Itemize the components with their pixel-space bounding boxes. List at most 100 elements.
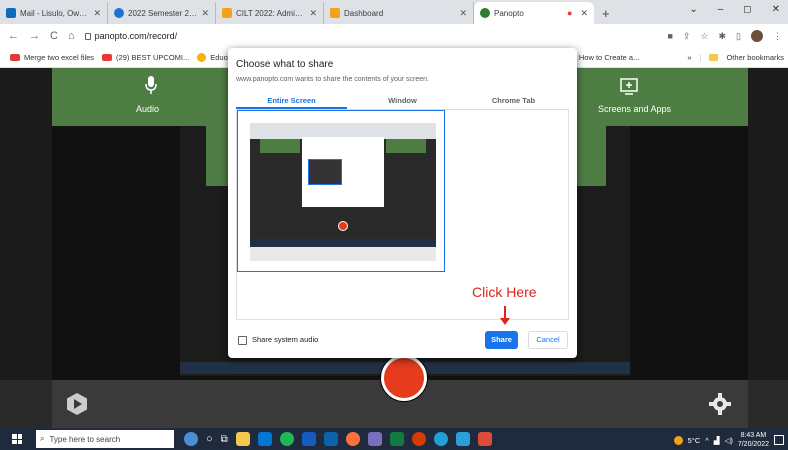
camera-icon[interactable]: ■ xyxy=(667,31,672,41)
tab-courses[interactable]: 2022 Semester 2 Courses - Clic ✕ xyxy=(108,2,216,24)
screens-panel[interactable]: Screens and Apps xyxy=(568,68,748,126)
notification-icon[interactable] xyxy=(774,435,784,445)
tab-panopto[interactable]: Panopto ● ✕ xyxy=(474,2,594,24)
close-icon[interactable]: ✕ xyxy=(580,8,588,19)
share-icon[interactable]: ⇪ xyxy=(683,31,691,42)
outlook-icon xyxy=(6,8,16,18)
mail-icon[interactable] xyxy=(323,432,338,446)
app-icon[interactable] xyxy=(367,432,382,446)
search-placeholder: Type here to search xyxy=(49,434,121,444)
close-icon[interactable]: ✕ xyxy=(201,8,209,19)
close-icon[interactable]: ✕ xyxy=(309,8,317,19)
cilt-icon xyxy=(222,8,232,18)
clock[interactable]: 8:43 AM 7/20/2022 xyxy=(738,431,769,449)
edge-icon[interactable] xyxy=(279,432,294,446)
panopto-logo-icon xyxy=(67,393,87,415)
browser-tab-strip: Mail - Lisulo, Owen - Outlook ✕ 2022 Sem… xyxy=(0,0,788,24)
cancel-button[interactable]: Cancel xyxy=(528,331,568,349)
tab-entire-screen[interactable]: Entire Screen xyxy=(236,94,347,109)
gear-icon[interactable] xyxy=(708,392,732,416)
cloud-icon xyxy=(114,8,124,18)
entire-screen-option[interactable] xyxy=(237,110,445,272)
thumbnail-dialog xyxy=(302,137,384,207)
weather-temp[interactable]: 5°C xyxy=(688,436,701,445)
tab-window[interactable]: Window xyxy=(347,94,458,109)
taskbar-search-input[interactable]: ⌕ Type here to search xyxy=(36,430,174,448)
windows-taskbar: ⌕ Type here to search ○ ⧉ 5°C ^ ▟ ◁) 8:4… xyxy=(0,428,788,450)
screen-add-icon xyxy=(620,78,638,95)
close-icon[interactable]: ✕ xyxy=(93,8,101,19)
menu-icon[interactable]: ⋮ xyxy=(773,31,782,42)
tab-title: Dashboard xyxy=(344,8,384,18)
tab-chrome-tab[interactable]: Chrome Tab xyxy=(458,94,569,109)
telegram-icon[interactable] xyxy=(433,432,448,446)
file-explorer-icon[interactable] xyxy=(235,432,250,446)
volume-icon[interactable]: ◁) xyxy=(725,436,733,445)
record-button[interactable] xyxy=(381,355,427,401)
share-tabs: Entire Screen Window Chrome Tab xyxy=(236,94,569,110)
folder-icon xyxy=(709,54,719,61)
tab-outlook[interactable]: Mail - Lisulo, Owen - Outlook ✕ xyxy=(0,2,108,24)
close-window-button[interactable]: ✕ xyxy=(772,4,780,15)
app-icon[interactable] xyxy=(455,432,470,446)
audio-panel[interactable]: Audio xyxy=(52,68,250,126)
youtube-icon xyxy=(10,54,20,61)
weather-icon xyxy=(673,435,683,445)
star-icon[interactable]: ☆ xyxy=(700,31,708,42)
url-field[interactable]: panopto.com/record/ xyxy=(84,31,178,41)
widget-icon[interactable] xyxy=(184,432,198,446)
tab-cilt-admin[interactable]: CILT 2022: Administration: Users ✕ xyxy=(216,2,324,24)
left-margin xyxy=(0,68,52,380)
thumbnail-record-button xyxy=(338,221,348,231)
cilt-icon xyxy=(330,8,340,18)
share-dialog: Choose what to share www.panopto.com wan… xyxy=(228,48,577,358)
chrome-icon[interactable] xyxy=(477,432,492,446)
thumbnail-dialog-preview xyxy=(308,159,342,185)
bookmark-overflow-button[interactable]: » xyxy=(687,53,691,62)
share-button[interactable]: Share xyxy=(485,331,518,349)
close-icon[interactable]: ✕ xyxy=(459,8,467,19)
url-text: panopto.com/record/ xyxy=(94,31,178,41)
arrow-head-icon xyxy=(500,318,510,325)
windows-start-icon[interactable] xyxy=(12,434,22,444)
word-icon[interactable] xyxy=(301,432,316,446)
new-tab-button[interactable]: + xyxy=(602,6,610,21)
maximize-button[interactable]: ◻ xyxy=(743,4,751,15)
tab-search-icon[interactable]: ⌄ xyxy=(689,4,697,15)
network-icon[interactable]: ▟ xyxy=(714,436,720,445)
address-bar: ← → C ⌂ panopto.com/record/ ■ ⇪ ☆ ✱ ▯ ⋮ xyxy=(0,24,788,48)
extensions-icon[interactable]: ✱ xyxy=(719,31,727,42)
excel-icon[interactable] xyxy=(389,432,404,446)
right-margin xyxy=(748,68,788,380)
microphone-icon xyxy=(145,76,157,94)
clock-time: 8:43 AM xyxy=(740,432,767,439)
other-bookmarks-button[interactable]: Other bookmarks xyxy=(726,53,784,62)
click-here-annotation: Click Here xyxy=(472,284,537,300)
forward-button[interactable]: → xyxy=(29,30,40,42)
share-audio-checkbox[interactable] xyxy=(238,336,247,345)
home-button[interactable]: ⌂ xyxy=(68,30,75,42)
bookmark-item[interactable]: Merge two excel files xyxy=(10,53,94,62)
dialog-subtitle: www.panopto.com wants to share the conte… xyxy=(236,76,429,83)
task-view-icon[interactable]: ⧉ xyxy=(221,434,228,445)
cortana-icon[interactable]: ○ xyxy=(206,433,213,445)
firefox-icon[interactable] xyxy=(345,432,360,446)
search-icon: ⌕ xyxy=(40,434,45,443)
bookmark-item[interactable]: (6) How to Create a... xyxy=(568,53,640,62)
avatar[interactable] xyxy=(751,30,763,42)
bookmark-item[interactable]: (29) BEST UPCOMI... xyxy=(102,53,189,62)
thumbnail-audio-panel xyxy=(260,139,300,153)
back-button[interactable]: ← xyxy=(8,30,19,42)
store-icon[interactable] xyxy=(257,432,272,446)
sidebar-icon[interactable]: ▯ xyxy=(736,31,741,42)
minimize-button[interactable]: – xyxy=(718,4,724,15)
panopto-icon xyxy=(480,8,490,18)
reload-button[interactable]: C xyxy=(50,30,58,42)
audio-label: Audio xyxy=(136,104,160,114)
bookmark-label: (29) BEST UPCOMI... xyxy=(116,53,190,62)
tab-title: Panopto xyxy=(494,8,524,18)
site-icon xyxy=(197,53,207,62)
tab-dashboard[interactable]: Dashboard ✕ xyxy=(324,2,474,24)
chevron-up-icon[interactable]: ^ xyxy=(705,436,709,445)
office-icon[interactable] xyxy=(411,432,426,446)
